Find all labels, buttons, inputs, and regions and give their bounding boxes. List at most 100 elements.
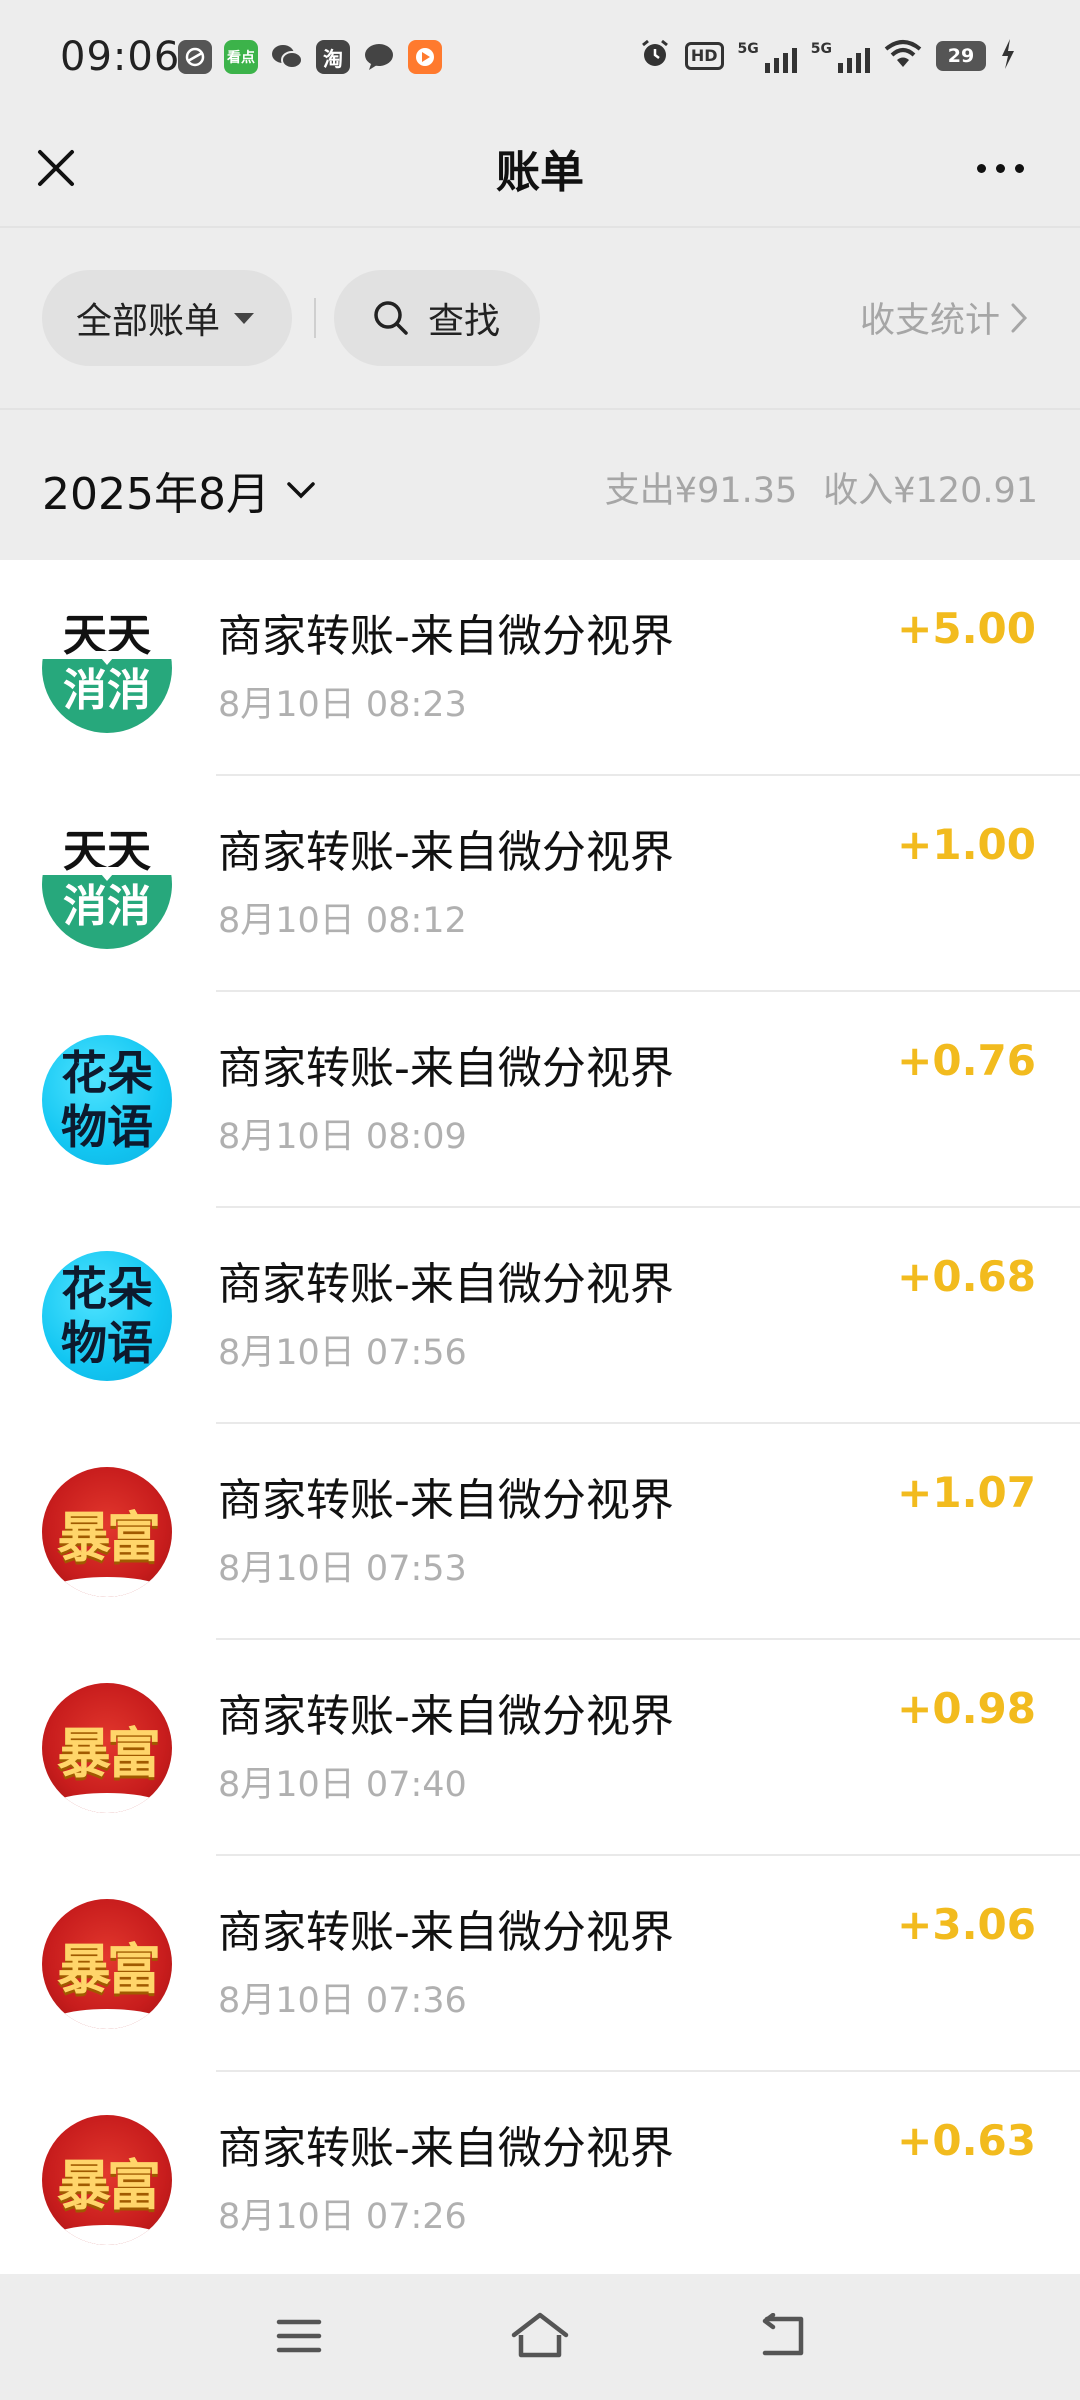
- avatar-text-top: 花朵: [61, 1262, 153, 1316]
- network-type-2: 5G: [810, 41, 832, 57]
- system-nav-bar: [0, 2274, 1080, 2400]
- transaction-row[interactable]: 花朵 物语 商家转账-来自微分视界 8月10日 07:56 +0.68: [0, 1208, 1080, 1424]
- baofu-avatar: 暴富: [42, 2115, 172, 2245]
- transaction-title: 商家转账-来自微分视界: [218, 1259, 674, 1310]
- signal-icon-2: 5G: [811, 39, 870, 73]
- network-type-1: 5G: [737, 41, 759, 57]
- stats-link[interactable]: 收支统计: [860, 292, 1028, 343]
- avatar-text: 暴富: [57, 1720, 161, 1785]
- status-bar: 09:06 看点 淘 HD 5G 5G 29: [0, 0, 1080, 118]
- huaduo-wuyu-avatar: 花朵 物语: [42, 1251, 172, 1381]
- more-button[interactable]: [960, 146, 1040, 190]
- expense-total: 支出¥91.35: [604, 471, 798, 511]
- avatar-text-bottom: 物语: [61, 1316, 153, 1370]
- month-selector[interactable]: 2025年8月: [42, 458, 316, 522]
- status-indicators: HD 5G 5G 29: [639, 38, 1016, 74]
- search-button[interactable]: 查找: [334, 270, 540, 366]
- home-icon: [511, 2312, 569, 2358]
- back-button[interactable]: [748, 2304, 818, 2368]
- transaction-row[interactable]: 暴富 商家转账-来自微分视界 8月10日 07:53 +1.07: [0, 1424, 1080, 1640]
- alarm-icon: [639, 38, 671, 74]
- transaction-time: 8月10日 07:53: [218, 1549, 467, 1589]
- search-label: 查找: [428, 301, 501, 342]
- taobao-label: 淘: [323, 46, 343, 71]
- transaction-time: 8月10日 08:12: [218, 901, 467, 941]
- transaction-time: 8月10日 08:09: [218, 1117, 467, 1157]
- transaction-amount: +1.07: [897, 1468, 1036, 1517]
- baofu-avatar: 暴富: [42, 1467, 172, 1597]
- message-icon: [362, 40, 396, 74]
- menu-icon: [276, 2319, 322, 2353]
- transaction-row[interactable]: 天天 消消 商家转账-来自微分视界 8月10日 08:23 +5.00: [0, 560, 1080, 776]
- transaction-title: 商家转账-来自微分视界: [218, 1691, 674, 1742]
- taobao-icon: 淘: [316, 40, 350, 74]
- notification-icons: 看点 淘: [178, 40, 442, 74]
- page-title: 账单: [496, 147, 584, 198]
- filter-separator: [314, 298, 316, 338]
- tiantian-xiaoxiao-avatar: 天天 消消: [42, 603, 172, 733]
- huaduo-wuyu-avatar: 花朵 物语: [42, 1035, 172, 1165]
- transaction-title: 商家转账-来自微分视界: [218, 1475, 674, 1526]
- transaction-amount: +0.63: [897, 2116, 1036, 2165]
- status-time: 09:06: [60, 34, 181, 80]
- video-app-icon: [408, 40, 442, 74]
- transaction-time: 8月10日 08:23: [218, 685, 467, 725]
- month-row: 2025年8月 支出¥91.35 收入¥120.91: [0, 410, 1080, 560]
- more-dot-icon: [1014, 163, 1024, 173]
- avatar-text-bottom: 物语: [61, 1100, 153, 1154]
- kandian-label: 看点: [227, 50, 255, 66]
- transaction-title: 商家转账-来自微分视界: [218, 827, 674, 878]
- transaction-amount: +5.00: [897, 604, 1036, 653]
- more-dot-icon: [976, 163, 986, 173]
- transaction-title: 商家转账-来自微分视界: [218, 1907, 674, 1958]
- avatar-text-top: 花朵: [61, 1046, 153, 1100]
- transaction-amount: +1.00: [897, 820, 1036, 869]
- month-summary: 支出¥91.35 收入¥120.91: [605, 462, 1038, 513]
- signal-icon-1: 5G: [738, 39, 797, 73]
- hd-voice-icon: HD: [684, 42, 724, 70]
- tiantian-xiaoxiao-avatar: 天天 消消: [42, 819, 172, 949]
- transaction-time: 8月10日 07:40: [218, 1765, 467, 1805]
- nav-bar: 账单: [0, 118, 1080, 228]
- income-total: 收入¥120.91: [823, 471, 1038, 511]
- home-button[interactable]: [505, 2304, 575, 2368]
- transaction-title: 商家转账-来自微分视界: [218, 2123, 674, 2174]
- transaction-title: 商家转账-来自微分视界: [218, 611, 674, 662]
- transaction-amount: +3.06: [897, 1900, 1036, 1949]
- battery-icon: 29: [936, 41, 986, 71]
- baofu-avatar: 暴富: [42, 1683, 172, 1813]
- back-icon: [762, 2313, 804, 2356]
- stats-label: 收支统计: [859, 301, 1000, 341]
- caret-down-icon: [234, 312, 255, 324]
- chevron-right-icon: [1011, 303, 1028, 332]
- more-dot-icon: [995, 163, 1005, 173]
- avatar-text: 暴富: [57, 2152, 161, 2217]
- transaction-amount: +0.68: [897, 1252, 1036, 1301]
- transaction-row[interactable]: 暴富 商家转账-来自微分视界 8月10日 07:40 +0.98: [0, 1640, 1080, 1856]
- transaction-time: 8月10日 07:36: [218, 1981, 467, 2021]
- avatar-text-bottom: 消消: [42, 659, 172, 733]
- transaction-row[interactable]: 暴富 商家转账-来自微分视界 8月10日 07:36 +3.06: [0, 1856, 1080, 2072]
- browser-icon: [178, 40, 212, 74]
- transaction-row[interactable]: 暴富 商家转账-来自微分视界 8月10日 07:26 +0.63: [0, 2072, 1080, 2274]
- transaction-row[interactable]: 天天 消消 商家转账-来自微分视界 8月10日 08:12 +1.00: [0, 776, 1080, 992]
- wifi-icon: [884, 39, 922, 73]
- baofu-avatar: 暴富: [42, 1899, 172, 2029]
- filter-bar: 全部账单 查找 收支统计: [0, 228, 1080, 408]
- transaction-row[interactable]: 花朵 物语 商家转账-来自微分视界 8月10日 08:09 +0.76: [0, 992, 1080, 1208]
- transaction-amount: +0.98: [897, 1684, 1036, 1733]
- all-bills-label: 全部账单: [76, 301, 221, 342]
- wechat-icon: [270, 40, 304, 74]
- recents-button[interactable]: [264, 2304, 334, 2368]
- month-label: 2025年8月: [42, 469, 270, 520]
- all-bills-filter[interactable]: 全部账单: [42, 270, 292, 366]
- transaction-amount: +0.76: [897, 1036, 1036, 1085]
- avatar-text: 暴富: [57, 1936, 161, 2001]
- transaction-list: 天天 消消 商家转账-来自微分视界 8月10日 08:23 +5.00 天天 消…: [0, 560, 1080, 2274]
- transaction-title: 商家转账-来自微分视界: [218, 1043, 674, 1094]
- transaction-time: 8月10日 07:56: [218, 1333, 467, 1373]
- search-icon: [374, 301, 408, 335]
- kandian-icon: 看点: [224, 40, 258, 74]
- chevron-down-icon: [287, 482, 315, 499]
- charging-icon: [1000, 39, 1016, 73]
